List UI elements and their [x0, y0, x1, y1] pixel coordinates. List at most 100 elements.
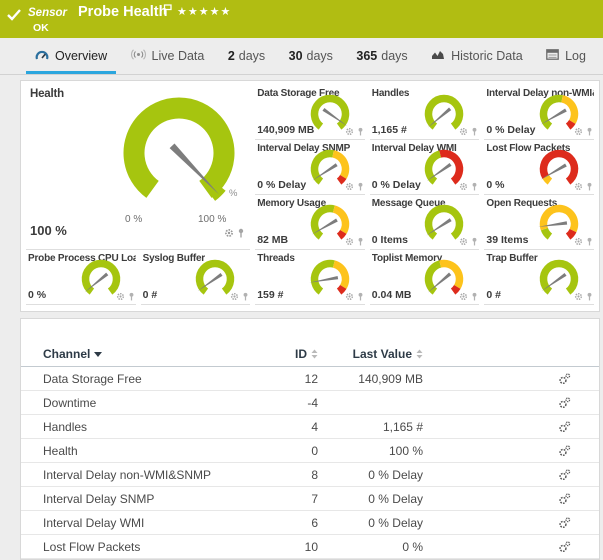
- gear-icon[interactable]: [230, 292, 239, 301]
- channel-settings-icon[interactable]: [558, 493, 571, 505]
- channel-name-cell: Lost Flow Packets: [43, 540, 263, 554]
- sort-both-icon: [416, 349, 423, 359]
- channel-table-row[interactable]: Interval Delay SNMP 7 0 % Delay: [21, 487, 599, 511]
- channel-gauge-tile[interactable]: Message Queue 0 Items: [370, 195, 480, 250]
- gear-icon[interactable]: [459, 182, 468, 191]
- pin-icon[interactable]: [237, 228, 245, 238]
- channel-id-cell: 10: [263, 540, 318, 554]
- channel-last-value-cell: 0 % Delay: [318, 516, 423, 530]
- historic-icon: [431, 49, 445, 63]
- channel-table-row[interactable]: Handles 4 1,165 #: [21, 415, 599, 439]
- channel-gauge-tile[interactable]: Syslog Buffer 0 #: [141, 250, 251, 305]
- pin-icon[interactable]: [471, 127, 478, 136]
- channel-settings-icon[interactable]: [558, 469, 571, 481]
- table-header-row: Channel ID Last Value: [21, 342, 599, 367]
- tab-historic-data[interactable]: Historic Data: [428, 38, 526, 74]
- channel-table-row[interactable]: Interval Delay non-WMI&SNMP 8 0 % Delay: [21, 463, 599, 487]
- gauge-value: 82 MB: [257, 234, 288, 246]
- priority-stars[interactable]: ★★★★★: [177, 5, 231, 18]
- column-header-id[interactable]: ID: [263, 347, 318, 361]
- gauge-unit-label: %: [229, 188, 237, 199]
- tab-2-days[interactable]: 2days: [225, 38, 268, 74]
- pin-icon[interactable]: [357, 237, 364, 246]
- pin-icon[interactable]: [471, 292, 478, 301]
- pin-icon[interactable]: [471, 182, 478, 191]
- sensor-title: Probe Health: [78, 4, 167, 20]
- gauge-value: 39 Items: [486, 234, 528, 246]
- gear-icon[interactable]: [345, 292, 354, 301]
- tab-365-days[interactable]: 365days: [353, 38, 410, 74]
- column-header-last-value[interactable]: Last Value: [318, 347, 423, 361]
- gear-icon[interactable]: [459, 292, 468, 301]
- gear-icon[interactable]: [116, 292, 125, 301]
- channel-settings-icon[interactable]: [558, 445, 571, 457]
- gauge-icon: [35, 49, 49, 64]
- tab-overview[interactable]: Overview: [32, 38, 110, 74]
- tab-30-days[interactable]: 30days: [286, 38, 336, 74]
- channel-gauge-tile[interactable]: Threads 159 #: [255, 250, 365, 305]
- channel-settings-icon[interactable]: [558, 373, 571, 385]
- gear-icon[interactable]: [459, 127, 468, 136]
- channel-last-value-cell: 1,165 #: [318, 420, 423, 434]
- channel-gauge-tile[interactable]: Interval Delay WMI 0 % Delay: [370, 140, 480, 195]
- pin-icon[interactable]: [128, 292, 135, 301]
- log-icon: [546, 49, 559, 63]
- gauge-value: 140,909 MB: [257, 124, 314, 136]
- channel-name-cell: Interval Delay SNMP: [43, 492, 263, 506]
- gear-icon[interactable]: [224, 228, 234, 238]
- channel-gauge-tile[interactable]: Trap Buffer 0 #: [484, 250, 594, 305]
- gear-icon[interactable]: [345, 237, 354, 246]
- gauge-grid: Health 0 % 100 % % 100 % Data Storage Fr…: [26, 85, 594, 305]
- channel-gauge-tile[interactable]: Lost Flow Packets 0 %: [484, 140, 594, 195]
- channel-settings-icon[interactable]: [558, 421, 571, 433]
- sensor-header: Sensor Probe Health ★★★★★ OK: [0, 0, 603, 38]
- column-header-channel[interactable]: Channel: [43, 347, 263, 361]
- channel-gauge-tile[interactable]: Memory Usage 82 MB: [255, 195, 365, 250]
- channel-settings-icon[interactable]: [558, 397, 571, 409]
- channel-gauge-tile[interactable]: Interval Delay SNMP 0 % Delay: [255, 140, 365, 195]
- tab-log[interactable]: Log: [543, 38, 589, 74]
- gear-icon[interactable]: [574, 237, 583, 246]
- channel-gauge-tile[interactable]: Data Storage Free 140,909 MB: [255, 85, 365, 140]
- channel-gauge-tile[interactable]: Interval Delay non-WMI&SNMP 0 % Delay: [484, 85, 594, 140]
- pin-icon[interactable]: [357, 182, 364, 191]
- channel-table-row[interactable]: Downtime -4: [21, 391, 599, 415]
- gauge-value: 1,165 #: [372, 124, 407, 136]
- pin-icon[interactable]: [242, 292, 249, 301]
- table-body: Data Storage Free 12 140,909 MB Downtime…: [21, 367, 599, 559]
- channel-last-value-cell: 0 % Delay: [318, 492, 423, 506]
- sensor-status-badge: OK: [33, 22, 49, 34]
- channel-settings-icon[interactable]: [558, 517, 571, 529]
- channel-id-cell: 8: [263, 468, 318, 482]
- channel-table-row[interactable]: Interval Delay WMI 6 0 % Delay: [21, 511, 599, 535]
- gear-icon[interactable]: [345, 182, 354, 191]
- channel-settings-icon[interactable]: [558, 541, 571, 553]
- channel-gauge-tile[interactable]: Toplist Memory 0.04 MB: [370, 250, 480, 305]
- pin-icon[interactable]: [471, 237, 478, 246]
- tab-live-data[interactable]: Live Data: [128, 38, 208, 74]
- pin-icon[interactable]: [357, 127, 364, 136]
- pin-icon[interactable]: [586, 292, 593, 301]
- channel-table-panel: Channel ID Last Value Data Storage Free …: [20, 318, 600, 560]
- gear-icon[interactable]: [459, 237, 468, 246]
- channel-table-row[interactable]: Lost Flow Packets 10 0 %: [21, 535, 599, 559]
- gear-icon[interactable]: [574, 127, 583, 136]
- health-gauge-tile[interactable]: Health 0 % 100 % % 100 %: [26, 85, 250, 250]
- channel-gauge-tile[interactable]: Probe Process CPU Load 0 %: [26, 250, 136, 305]
- pin-icon[interactable]: [586, 127, 593, 136]
- channel-table-row[interactable]: Health 0 100 %: [21, 439, 599, 463]
- channel-gauge-tile[interactable]: Open Requests 39 Items: [484, 195, 594, 250]
- sensor-type-label: Sensor: [28, 7, 67, 19]
- pin-icon[interactable]: [586, 237, 593, 246]
- gauge-value: 0 % Delay: [257, 179, 306, 191]
- pin-icon[interactable]: [586, 182, 593, 191]
- gear-icon[interactable]: [574, 182, 583, 191]
- channel-table-row[interactable]: Data Storage Free 12 140,909 MB: [21, 367, 599, 391]
- gear-icon[interactable]: [345, 127, 354, 136]
- channel-name-cell: Downtime: [43, 396, 263, 410]
- priority-flag-icon[interactable]: [163, 4, 172, 15]
- gauge-scale-min: 0 %: [125, 214, 142, 225]
- gear-icon[interactable]: [574, 292, 583, 301]
- channel-gauge-tile[interactable]: Handles 1,165 #: [370, 85, 480, 140]
- pin-icon[interactable]: [357, 292, 364, 301]
